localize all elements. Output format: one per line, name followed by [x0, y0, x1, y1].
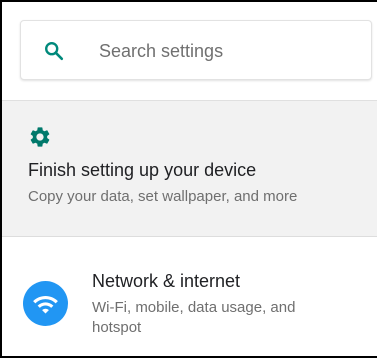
search-bar[interactable]: [20, 20, 372, 80]
search-icon: [43, 40, 65, 62]
setup-suggestion-card[interactable]: Finish setting up your device Copy your …: [2, 100, 377, 237]
search-area: [2, 2, 377, 100]
settings-screen: Finish setting up your device Copy your …: [0, 0, 377, 358]
wifi-icon-badge: [23, 281, 68, 326]
wifi-icon: [32, 291, 59, 318]
suggestion-title: Finish setting up your device: [28, 160, 257, 180]
settings-item-network-internet[interactable]: Network & internet Wi-Fi, mobile, data u…: [2, 237, 377, 356]
suggestion-subtitle: Copy your data, set wallpaper, and more: [28, 188, 298, 205]
search-input[interactable]: [99, 38, 359, 64]
gear-icon: [28, 125, 52, 149]
settings-item-subtitle: Wi-Fi, mobile, data usage, and hotspot: [92, 299, 296, 336]
settings-item-title: Network & internet: [92, 271, 241, 291]
